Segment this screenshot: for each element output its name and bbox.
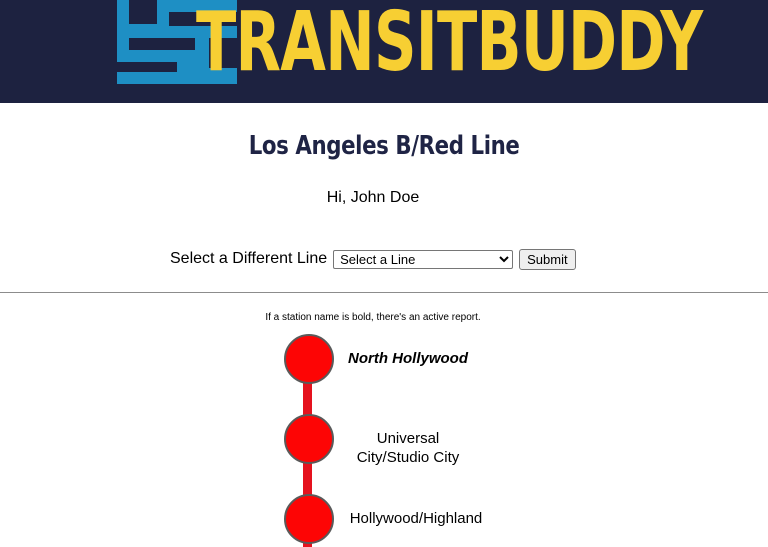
station-marker-north-hollywood[interactable] <box>284 334 334 384</box>
station-marker-hollywood-highland[interactable] <box>284 494 334 544</box>
line-select-label: Select a Different Line <box>170 250 328 267</box>
brand-logo-text: TRANSITBUDDY <box>196 0 703 90</box>
section-divider <box>0 292 768 293</box>
user-greeting: Hi, John Doe <box>326 189 420 206</box>
station-name-line2: City/Studio City <box>356 449 460 466</box>
station-name-north-hollywood[interactable]: North Hollywood <box>338 349 478 368</box>
site-header: TRANSITBUDDY <box>0 0 768 103</box>
report-legend-note: If a station name is bold, there's an ac… <box>265 312 481 323</box>
station-name-line1: Universal <box>376 430 440 447</box>
submit-button[interactable]: Submit <box>519 248 576 270</box>
line-select-dropdown[interactable]: Select a Line <box>333 249 514 269</box>
page-title: Los Angeles B/Red Line <box>0 131 768 161</box>
station-marker-universal-city[interactable] <box>284 414 334 464</box>
line-select-form: Select a Different Line Select a Line Su… <box>170 248 576 270</box>
station-name-hollywood-highland[interactable]: Hollywood/Highland <box>338 509 494 528</box>
page-title-text: Los Angeles B/Red Line <box>248 131 520 161</box>
station-name-universal-city[interactable]: Universal City/Studio City <box>338 429 478 467</box>
